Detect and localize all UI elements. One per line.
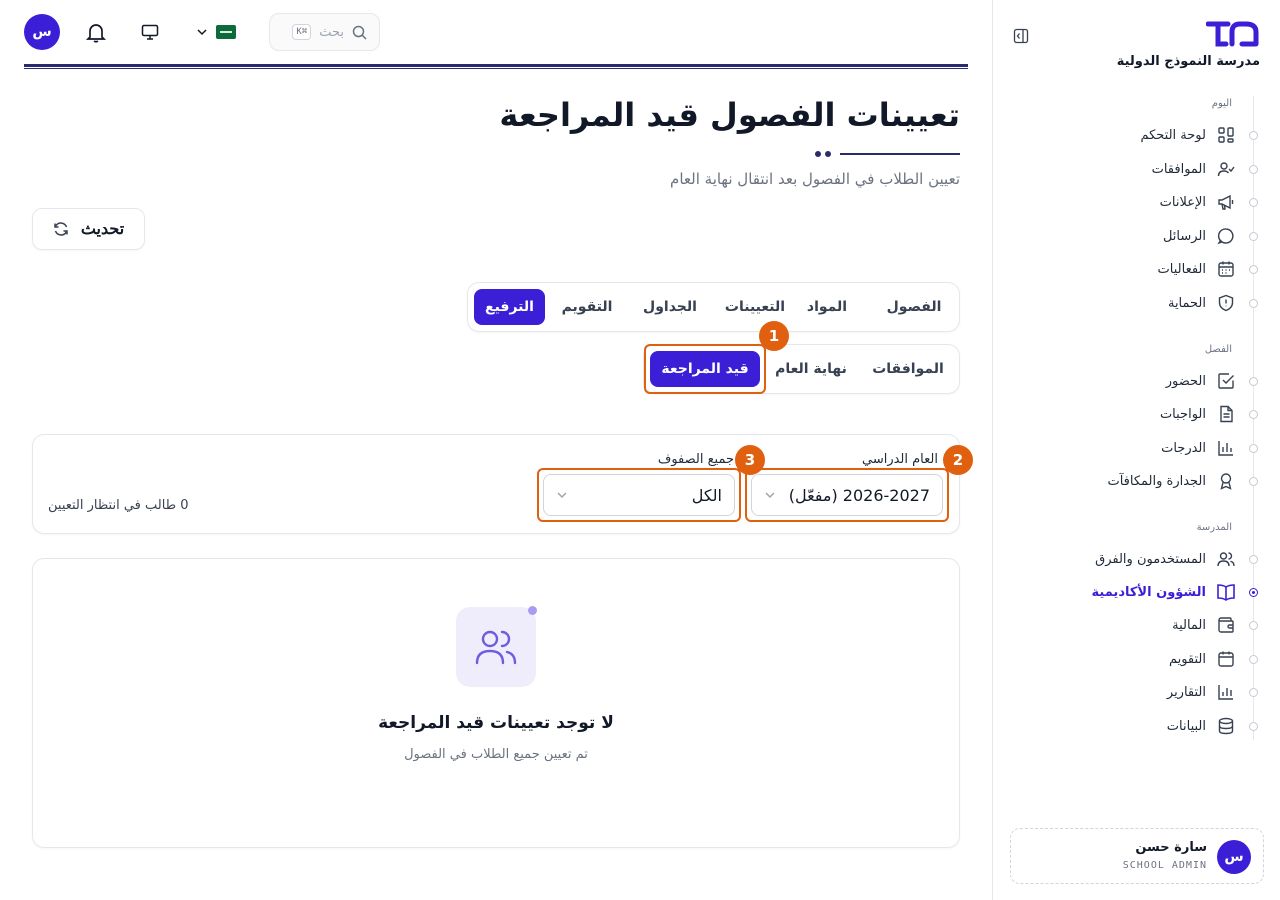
sidebar: مدرسة النموذج الدولية اليوم لوحة التحكم …	[992, 0, 1280, 900]
saudi-flag-icon	[216, 25, 236, 39]
nav-dot	[1249, 722, 1258, 731]
sidebar-item-academics[interactable]: الشؤون الأكاديمية	[1036, 577, 1236, 607]
sidebar-item-approvals[interactable]: الموافقات	[1036, 154, 1236, 184]
annotation-badge-2: 2	[943, 445, 973, 475]
nav-dot	[1249, 198, 1258, 207]
search-shortcut-badge: K⌘	[292, 24, 312, 40]
shield-icon	[1216, 293, 1236, 313]
user-check-icon	[1216, 159, 1236, 179]
user-avatar: س	[1217, 840, 1251, 874]
nav-dot	[1249, 232, 1258, 241]
checkbox-icon	[1216, 371, 1236, 391]
calendar-icon	[1216, 649, 1236, 669]
top-avatar[interactable]: س	[24, 14, 60, 50]
refresh-icon	[54, 222, 68, 236]
sidebar-item-events[interactable]: الفعاليات	[1036, 254, 1236, 284]
search-box[interactable]: بحث K⌘	[269, 13, 380, 51]
empty-state-title: لا توجد تعيينات قيد المراجعة	[378, 713, 614, 733]
nav-dot	[1249, 131, 1258, 140]
empty-state-card	[32, 558, 960, 848]
megaphone-icon	[1216, 192, 1236, 212]
nav-dot	[1249, 555, 1258, 564]
nav-dot	[1249, 477, 1258, 486]
highlight-box-2	[745, 468, 949, 522]
search-icon	[352, 25, 367, 40]
tab-approvals[interactable]: الموافقات	[862, 351, 954, 387]
language-selector[interactable]	[196, 22, 242, 42]
section-title-school: المدرسة	[1196, 522, 1232, 533]
section-title-today: اليوم	[1211, 98, 1232, 109]
database-icon	[1216, 716, 1236, 736]
academic-year-label: العام الدراسي	[861, 452, 938, 467]
nav-dot	[1249, 444, 1258, 453]
monitor-icon[interactable]	[141, 23, 159, 41]
page-subtitle: تعيين الطلاب في الفصول بعد انتقال نهاية …	[670, 170, 960, 188]
tab-calendar[interactable]: التقويم	[550, 289, 624, 325]
empty-state-subtitle: تم تعيين جميع الطلاب في الفصول	[404, 747, 588, 762]
sidebar-item-merits[interactable]: الجدارة والمكافآت	[1036, 466, 1236, 496]
main-tabs: الفصول المواد التعيينات الجداول التقويم …	[467, 282, 960, 332]
search-placeholder: بحث	[319, 24, 344, 40]
annotation-badge-1: 1	[759, 321, 789, 351]
bell-icon[interactable]	[85, 21, 107, 43]
award-icon	[1216, 471, 1236, 491]
nav-dot	[1249, 265, 1258, 274]
user-role: SCHOOL ADMIN	[1122, 860, 1207, 871]
sidebar-collapse-icon[interactable]	[1013, 28, 1029, 44]
calendar-grid-icon	[1216, 259, 1236, 279]
logo-icon	[1206, 21, 1259, 47]
nav-dot	[1249, 410, 1258, 419]
sidebar-item-users-teams[interactable]: المستخدمون والفرق	[1036, 544, 1236, 574]
header-divider	[24, 64, 968, 69]
sidebar-item-calendar[interactable]: التقويم	[1036, 644, 1236, 674]
nav-dot	[1249, 621, 1258, 630]
nav-dot	[1249, 377, 1258, 386]
nav-dot	[1249, 655, 1258, 664]
sidebar-item-dashboard[interactable]: لوحة التحكم	[1036, 120, 1236, 150]
sidebar-item-messages[interactable]: الرسائل	[1036, 221, 1236, 251]
decorative-dot	[528, 606, 537, 615]
document-icon	[1216, 404, 1236, 424]
bar-chart-icon	[1216, 438, 1236, 458]
report-chart-icon	[1216, 682, 1236, 702]
users-icon	[1216, 549, 1236, 569]
highlight-box-3	[537, 468, 741, 522]
sidebar-item-safeguarding[interactable]: الحماية	[1036, 288, 1236, 318]
tab-subjects[interactable]: المواد	[788, 289, 866, 325]
tab-classes[interactable]: الفصول	[875, 289, 953, 325]
users-icon	[475, 630, 517, 665]
grade-label: جميع الصفوف	[657, 452, 734, 467]
tab-year-end[interactable]: نهاية العام	[770, 351, 852, 387]
wallet-icon	[1216, 615, 1236, 635]
refresh-button[interactable]: تحديث	[32, 208, 145, 250]
page-title: تعيينات الفصول قيد المراجعة	[499, 96, 960, 134]
empty-state-icon-box	[456, 607, 536, 687]
sidebar-item-attendance[interactable]: الحضور	[1036, 366, 1236, 396]
sidebar-item-grades[interactable]: الدرجات	[1036, 433, 1236, 463]
section-title-class: الفصل	[1204, 344, 1232, 355]
tab-promotion[interactable]: الترفيع	[474, 289, 545, 325]
dashboard-icon	[1216, 125, 1236, 145]
user-profile-card[interactable]: س سارة حسن SCHOOL ADMIN	[1010, 828, 1264, 884]
sidebar-item-reports[interactable]: التقارير	[1036, 677, 1236, 707]
sidebar-item-announcements[interactable]: الإعلانات	[1036, 187, 1236, 217]
user-name: سارة حسن	[1135, 840, 1207, 855]
pending-count: 0 طالب في انتظار التعيين	[48, 498, 189, 513]
sidebar-item-finance[interactable]: المالية	[1036, 610, 1236, 640]
sidebar-item-homework[interactable]: الواجبات	[1036, 399, 1236, 429]
nav-dot	[1249, 688, 1258, 697]
school-name: مدرسة النموذج الدولية	[1116, 54, 1260, 69]
sidebar-item-data[interactable]: البيانات	[1036, 711, 1236, 741]
title-underline-decoration	[815, 151, 960, 157]
nav-dot	[1249, 299, 1258, 308]
chevron-down-icon	[197, 29, 207, 36]
nav-dot-active	[1249, 588, 1258, 597]
nav-dot	[1249, 165, 1258, 174]
book-open-icon	[1216, 582, 1236, 602]
tab-timetables[interactable]: الجداول	[631, 289, 709, 325]
tab-assignments[interactable]: التعيينات	[714, 289, 796, 325]
annotation-badge-3: 3	[735, 445, 765, 475]
highlight-box-1	[644, 344, 766, 394]
chat-bubble-icon	[1216, 226, 1236, 246]
